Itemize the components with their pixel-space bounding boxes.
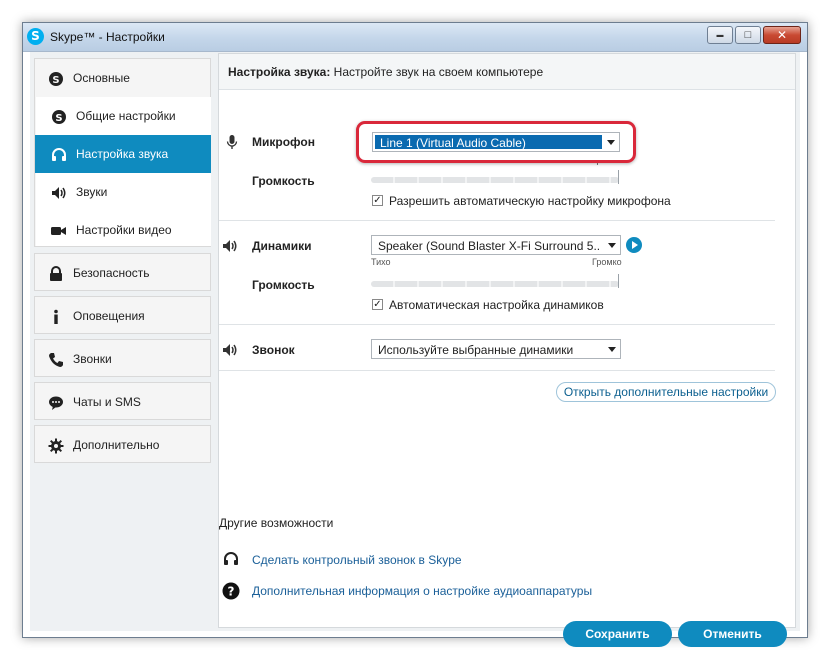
speakers-label: Динамики: [252, 239, 312, 253]
sidebar-item-general[interactable]: S Основные: [35, 59, 210, 97]
chevron-down-icon: [608, 347, 616, 352]
ringer-select[interactable]: Используйте выбранные динамики: [371, 339, 621, 359]
sidebar-group-calls: Звонки: [34, 339, 211, 377]
help-icon: ?: [222, 582, 240, 600]
sidebar-group-general: S Основные S Общие настройки Настройка з…: [34, 58, 211, 247]
speaker-auto-checkbox-label: Автоматическая настройка динамиков: [389, 298, 604, 312]
maximize-button[interactable]: □: [735, 26, 761, 44]
headset-icon: [223, 551, 239, 567]
sidebar-item-chats-sms[interactable]: Чаты и SMS: [35, 383, 210, 421]
mic-volume-thumb[interactable]: [618, 170, 619, 184]
sidebar-item-security[interactable]: Безопасность: [35, 254, 210, 292]
sidebar-item-video-settings[interactable]: Настройки видео: [35, 211, 210, 249]
red-highlight-frame: [356, 121, 636, 163]
minimize-button[interactable]: ▬: [707, 26, 733, 44]
sidebar-group-security: Безопасность: [34, 253, 211, 291]
sidebar-subitems: S Общие настройки Настройка звука Звуки …: [35, 97, 211, 249]
svg-text:S: S: [55, 113, 62, 124]
svg-text:?: ?: [228, 585, 235, 599]
divider: [219, 220, 775, 221]
microphone-label: Микрофон: [252, 135, 315, 149]
open-advanced-settings-button[interactable]: Открыть дополнительные настройки: [556, 382, 776, 402]
speaker-icon: [222, 342, 238, 358]
mic-auto-checkbox-label: Разрешить автоматическую настройку микро…: [389, 194, 671, 208]
speaker-auto-checkbox[interactable]: ✓: [372, 299, 383, 310]
sidebar-item-label: Общие настройки: [76, 109, 176, 123]
sidebar-group-chats: Чаты и SMS: [34, 382, 211, 420]
speakers-selected-value: Speaker (Sound Blaster X-Fi Surround 5..…: [378, 239, 600, 253]
window-content: S Основные S Общие настройки Настройка з…: [30, 52, 800, 647]
speakers-select[interactable]: Speaker (Sound Blaster X-Fi Surround 5..…: [371, 235, 621, 255]
lock-icon: [48, 266, 64, 282]
maximize-icon: □: [744, 29, 752, 41]
speaker-icon: [222, 238, 238, 254]
sidebar-item-label: Звонки: [73, 352, 112, 366]
divider: [219, 370, 775, 371]
gear-icon: [48, 438, 64, 454]
sidebar-item-label: Основные: [73, 71, 130, 85]
sidebar-group-advanced: Дополнительно: [34, 425, 211, 463]
page-title: Настройка звука: Настройте звук на своем…: [228, 65, 544, 79]
sidebar-item-label: Безопасность: [73, 266, 150, 280]
sidebar-item-general-settings[interactable]: S Общие настройки: [35, 97, 210, 135]
ringer-label: Звонок: [252, 343, 295, 357]
sidebar-item-advanced[interactable]: Дополнительно: [35, 426, 210, 464]
skype-icon: S: [51, 109, 67, 125]
save-button[interactable]: Сохранить: [563, 621, 672, 647]
sidebar-item-label: Дополнительно: [73, 438, 160, 452]
sidebar-item-label: Чаты и SMS: [73, 395, 141, 409]
chevron-down-icon: [608, 243, 616, 248]
window-title: Skype™ - Настройки: [50, 30, 165, 44]
sidebar-group-notifications: Оповещения: [34, 296, 211, 334]
speaker-volume-label: Громкость: [252, 278, 315, 292]
audio-hardware-info-link[interactable]: Дополнительная информация о настройке ау…: [252, 584, 592, 598]
sidebar-item-label: Настройка звука: [76, 147, 169, 161]
minimize-icon: ▬: [716, 32, 724, 39]
speaker-volume-high-tick: Громко: [592, 257, 622, 267]
speaker-test-play-button[interactable]: [626, 237, 642, 253]
sidebar-item-sounds[interactable]: Звуки: [35, 173, 210, 211]
sidebar-item-calls[interactable]: Звонки: [35, 340, 210, 378]
svg-text:S: S: [52, 75, 59, 86]
close-button[interactable]: ✕: [763, 26, 801, 44]
sidebar-item-notifications[interactable]: Оповещения: [35, 297, 210, 335]
mic-volume-label: Громкость: [252, 174, 315, 188]
cancel-button[interactable]: Отменить: [678, 621, 787, 647]
headset-icon: [51, 147, 67, 163]
speaker-volume-thumb[interactable]: [618, 274, 619, 288]
audio-settings-panel: Настройка звука: Настройте звук на своем…: [218, 53, 796, 647]
title-bar[interactable]: S Skype™ - Настройки ▬ □ ✕: [23, 23, 807, 52]
phone-icon: [48, 352, 64, 368]
microphone-icon: [224, 134, 240, 150]
speaker-volume-low-tick: Тихо: [371, 257, 391, 267]
sidebar-item-label: Оповещения: [73, 309, 145, 323]
video-camera-icon: [51, 223, 67, 239]
divider: [219, 324, 775, 325]
chat-icon: [48, 395, 64, 411]
panel-header: Настройка звука: Настройте звук на своем…: [219, 54, 795, 90]
skype-icon: S: [48, 71, 64, 87]
info-icon: [48, 309, 64, 325]
sidebar-item-label: Настройки видео: [76, 223, 172, 237]
mic-volume-slider[interactable]: [371, 177, 619, 183]
skype-logo-icon: S: [27, 28, 44, 45]
test-call-link[interactable]: Сделать контрольный звонок в Skype: [252, 553, 462, 567]
ringer-selected-value: Используйте выбранные динамики: [378, 343, 574, 357]
other-options-heading: Другие возможности: [219, 516, 334, 530]
speaker-volume-slider[interactable]: [371, 281, 619, 287]
speaker-icon: [51, 185, 67, 201]
sidebar-item-audio-settings[interactable]: Настройка звука: [35, 135, 211, 173]
settings-window: S Skype™ - Настройки ▬ □ ✕ S Основные S …: [22, 22, 808, 647]
close-icon: ✕: [776, 28, 788, 42]
sidebar-item-label: Звуки: [76, 185, 108, 199]
mic-auto-checkbox[interactable]: ✓: [372, 195, 383, 206]
